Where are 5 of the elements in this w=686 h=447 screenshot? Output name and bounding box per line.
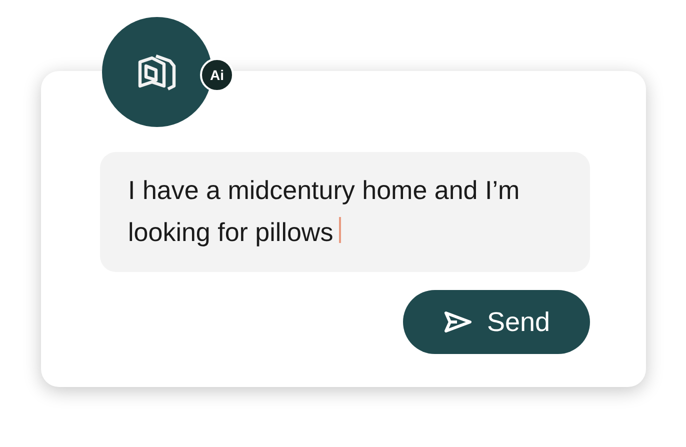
message-text: I have a midcentury home and I’m looking for pillows [128,174,521,249]
send-icon [442,310,473,334]
ai-badge: Ai [200,58,234,92]
stacked-squares-icon [136,52,178,92]
send-button[interactable]: Send [403,290,590,354]
